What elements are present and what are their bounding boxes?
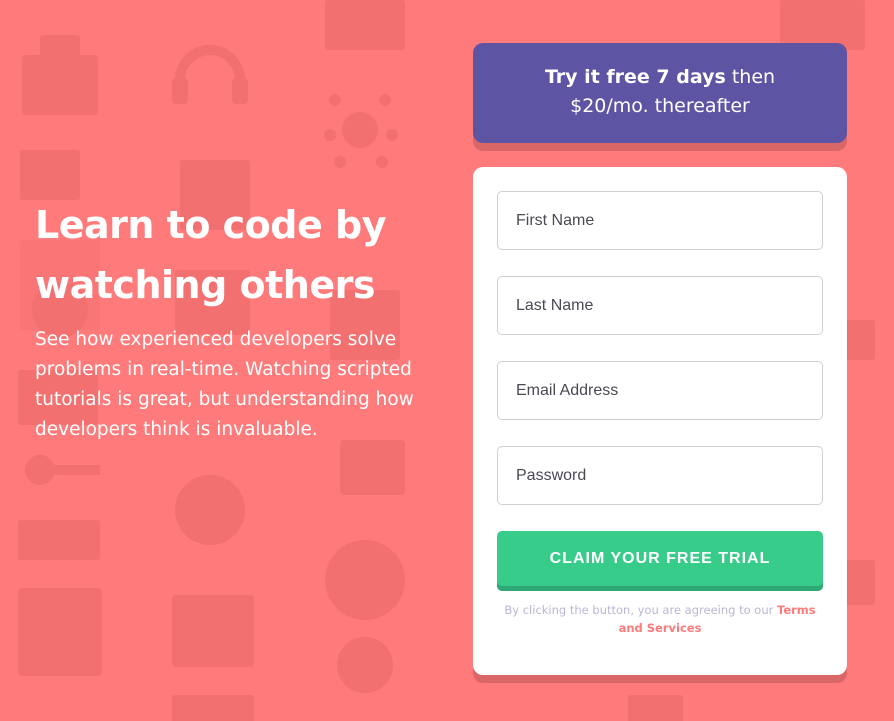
lightbulb-icon bbox=[337, 637, 393, 693]
promo-text: then bbox=[725, 66, 776, 88]
signup-form: CLAIM YOUR FREE TRIAL By clicking the bu… bbox=[473, 167, 847, 675]
hero-headline: Learn to code by watching others bbox=[35, 203, 386, 307]
network-icon bbox=[324, 94, 398, 168]
hero-intro: See how experienced developers solve pro… bbox=[35, 329, 414, 440]
terms-notice: By clicking the button, you are agreeing… bbox=[497, 601, 823, 637]
headset-icon bbox=[172, 45, 248, 104]
toolbox-icon bbox=[22, 35, 98, 115]
cart-icon bbox=[340, 440, 405, 495]
key-icon bbox=[25, 455, 100, 485]
password-field[interactable] bbox=[497, 446, 823, 505]
browser-window-icon bbox=[325, 0, 405, 50]
claim-trial-button[interactable]: CLAIM YOUR FREE TRIAL bbox=[497, 531, 823, 586]
email-field[interactable] bbox=[497, 361, 823, 420]
terms-prefix: By clicking the button, you are agreeing… bbox=[504, 603, 777, 617]
last-name-field[interactable] bbox=[497, 276, 823, 335]
browser-window-icon-2 bbox=[18, 588, 102, 676]
lifebuoy-icon bbox=[325, 540, 405, 620]
promo-bold-text: Try it free 7 days bbox=[544, 66, 726, 88]
first-name-field[interactable] bbox=[497, 191, 823, 250]
calendar-icon bbox=[172, 595, 254, 667]
promo-price: $20/mo. thereafter bbox=[570, 95, 750, 117]
hero-section: Learn to code by watching others See how… bbox=[35, 195, 415, 445]
promo-banner: Try it free 7 days then $20/mo. thereaft… bbox=[473, 43, 847, 143]
